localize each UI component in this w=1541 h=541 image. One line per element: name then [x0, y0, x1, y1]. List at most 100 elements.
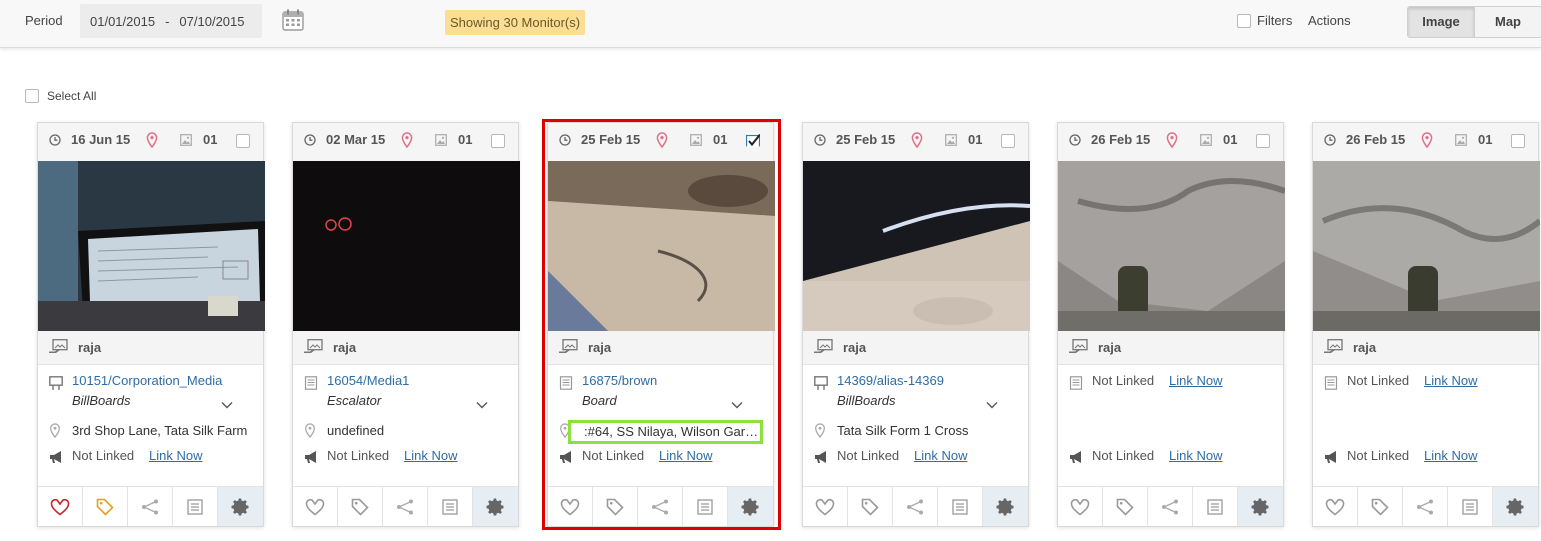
settings-button[interactable]: [1493, 487, 1538, 526]
settings-button[interactable]: [218, 487, 263, 526]
tag-button[interactable]: [848, 487, 893, 526]
monitor-photo[interactable]: [293, 161, 520, 331]
media-link[interactable]: 16054/Media1: [327, 373, 409, 388]
capture-date: 25 Feb 15: [836, 132, 896, 147]
share-button[interactable]: [1148, 487, 1193, 526]
select-all-checkbox[interactable]: [25, 89, 39, 103]
chevron-down-icon[interactable]: [986, 401, 998, 409]
monitor-photo[interactable]: [38, 161, 265, 331]
media-link[interactable]: 10151/Corporation_Media: [72, 373, 222, 388]
clock-icon: [49, 134, 61, 146]
link-now-link[interactable]: Link Now: [1169, 448, 1222, 463]
monitor-card[interactable]: 25 Feb 15 01 raja 14369/alias-14369 Bill…: [802, 122, 1030, 527]
location-pin-icon[interactable]: [401, 132, 413, 148]
monitor-card[interactable]: 26 Feb 15 01 raja Not Linked Link Now No…: [1312, 122, 1540, 527]
link-now-link[interactable]: Link Now: [914, 448, 967, 463]
settings-button[interactable]: [473, 487, 518, 526]
card-checkbox[interactable]: [236, 134, 250, 148]
capture-date: 02 Mar 15: [326, 132, 386, 147]
details-button[interactable]: [938, 487, 983, 526]
media-link-now-link[interactable]: Link Now: [1169, 373, 1222, 388]
card-checkbox[interactable]: [1511, 134, 1525, 148]
details-button[interactable]: [1193, 487, 1238, 526]
location-text: undefined: [327, 423, 385, 438]
favorite-button[interactable]: [1058, 487, 1103, 526]
share-button[interactable]: [383, 487, 428, 526]
select-all[interactable]: Select All: [25, 89, 96, 103]
card-header: 26 Feb 15 01: [1313, 123, 1538, 161]
owner-row: raja: [1313, 331, 1538, 365]
capture-date: 26 Feb 15: [1091, 132, 1151, 147]
monitor-card[interactable]: 02 Mar 15 01 raja 16054/Media1 Escalator…: [292, 122, 520, 527]
filters-checkbox[interactable]: [1237, 13, 1251, 28]
owner-name: raja: [843, 340, 867, 355]
list-icon: [952, 499, 968, 515]
chevron-down-icon[interactable]: [221, 401, 233, 409]
image-icon: [435, 134, 447, 146]
actions-menu[interactable]: Actions: [1308, 13, 1351, 28]
location-text: Tata Silk Form 1 Cross: [837, 423, 969, 438]
date-from[interactable]: 01/01/2015: [90, 14, 155, 29]
favorite-button[interactable]: [293, 487, 338, 526]
gear-icon: [996, 497, 1016, 517]
monitor-card[interactable]: 16 Jun 15 01 raja 10151/Corporation_Medi…: [37, 122, 265, 527]
calendar-icon[interactable]: [282, 9, 304, 31]
select-all-label[interactable]: Select All: [47, 89, 96, 103]
monitor-card[interactable]: 26 Feb 15 01 raja Not Linked Link Now No…: [1057, 122, 1285, 527]
clock-icon: [304, 134, 316, 146]
favorite-button[interactable]: [1313, 487, 1358, 526]
settings-button[interactable]: [1238, 487, 1283, 526]
date-range-field[interactable]: 01/01/2015 - 07/10/2015: [80, 4, 262, 38]
link-now-link[interactable]: Link Now: [404, 448, 457, 463]
owner-icon: [304, 339, 324, 355]
date-to[interactable]: 07/10/2015: [179, 14, 244, 29]
capture-date: 26 Feb 15: [1346, 132, 1406, 147]
share-button[interactable]: [893, 487, 938, 526]
location-pin-icon[interactable]: [1166, 132, 1178, 148]
details-button[interactable]: [1448, 487, 1493, 526]
chevron-down-icon[interactable]: [476, 401, 488, 409]
owner-name: raja: [1098, 340, 1122, 355]
card-checkbox[interactable]: [1256, 134, 1270, 148]
settings-button[interactable]: [983, 487, 1028, 526]
monitor-photo[interactable]: [1313, 161, 1540, 331]
image-view-button[interactable]: Image: [1408, 7, 1475, 37]
capture-date: 16 Jun 15: [71, 132, 131, 147]
details-button[interactable]: [428, 487, 473, 526]
location-pin-icon[interactable]: [911, 132, 923, 148]
media-link-now-link[interactable]: Link Now: [1424, 373, 1477, 388]
tag-button[interactable]: [338, 487, 383, 526]
tag-button[interactable]: [83, 487, 128, 526]
filters-toggle[interactable]: Filters: [1237, 13, 1292, 28]
favorite-button[interactable]: [803, 487, 848, 526]
billboard-icon: [49, 376, 63, 390]
share-icon: [906, 499, 924, 515]
heart-icon: [305, 498, 325, 516]
filters-label[interactable]: Filters: [1257, 13, 1292, 28]
favorite-button[interactable]: [38, 487, 83, 526]
card-actions: [38, 486, 263, 526]
megaphone-icon: [814, 450, 830, 464]
location-pin-icon[interactable]: [146, 132, 158, 148]
share-button[interactable]: [128, 487, 173, 526]
card-checkbox[interactable]: [491, 134, 505, 148]
link-now-link[interactable]: Link Now: [149, 448, 202, 463]
map-view-button[interactable]: Map: [1475, 7, 1541, 37]
share-button[interactable]: [1403, 487, 1448, 526]
gear-icon: [486, 497, 506, 517]
link-status: Not Linked: [327, 448, 390, 463]
link-status: Not Linked: [837, 448, 900, 463]
media-link[interactable]: 14369/alias-14369: [837, 373, 944, 388]
card-header: 16 Jun 15 01: [38, 123, 263, 161]
details-button[interactable]: [173, 487, 218, 526]
monitor-photo[interactable]: [1058, 161, 1285, 331]
tag-button[interactable]: [1358, 487, 1403, 526]
card-checkbox[interactable]: [1001, 134, 1015, 148]
location-pin-icon[interactable]: [1421, 132, 1433, 148]
document-icon: [1324, 376, 1338, 390]
media-link-status: Not Linked: [1092, 373, 1155, 388]
monitor-photo[interactable]: [803, 161, 1030, 331]
tag-button[interactable]: [1103, 487, 1148, 526]
image-count: 01: [1478, 132, 1493, 147]
link-now-link[interactable]: Link Now: [1424, 448, 1477, 463]
